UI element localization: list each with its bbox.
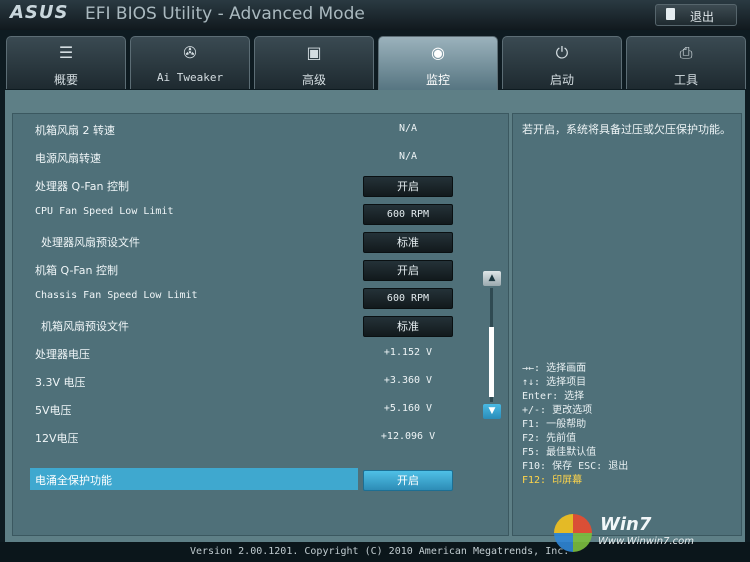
setting-label: Chassis Fan Speed Low Limit [35,290,198,301]
setting-row: 处理器电压 +1.152 V [13,342,508,366]
monitor-gear-icon: ▣ [306,43,322,62]
key-hint: F1: 一般帮助 [522,419,587,430]
setting-row[interactable]: CPU Fan Speed Low Limit 600 RPM [13,202,508,226]
setting-value: +3.360 V [383,375,433,386]
setting-label: 12V电压 [35,432,79,445]
setting-value: +5.160 V [383,403,433,414]
key-hint: ↑↓: 选择项目 [522,377,587,388]
setting-label: 机箱风扇预设文件 [41,320,129,333]
watermark-url: Www.Winwin7.com [598,536,694,547]
setting-row[interactable]: 处理器风扇预设文件 标准 [13,230,508,254]
setting-row: 5V电压 +5.160 V [13,398,508,422]
cpu-fan-profile-button[interactable]: 标准 [363,232,453,253]
exit-door-icon [666,8,675,20]
setting-row[interactable]: 机箱 Q-Fan 控制 开启 [13,258,508,282]
cpu-qfan-control-button[interactable]: 开启 [363,176,453,197]
setting-label: 5V电压 [35,404,72,417]
tab-label: 概要 [53,73,78,87]
tab-boot[interactable]: ⏻ 启动 [502,36,622,89]
setting-label: 电涌全保护功能 [35,474,112,487]
settings-list: 机箱风扇 2 转速 N/A 电源风扇转速 N/A 处理器 Q-Fan 控制 开启… [12,113,509,536]
setting-row[interactable]: Chassis Fan Speed Low Limit 600 RPM [13,286,508,310]
key-hint: Enter: 选择 [522,391,585,402]
setting-row: 3.3V 电压 +3.360 V [13,370,508,394]
fan-tweak-icon: ✇ [183,43,197,62]
list-icon: ☰ [58,43,74,62]
title-bar: ASUS EFI BIOS Utility - Advanced Mode 退出 [0,0,750,30]
tab-tool[interactable]: ⎙ 工具 [626,36,746,89]
key-hint-printscreen: F12: 印屏幕 [522,475,583,486]
key-hint: F2: 先前值 [522,433,577,444]
key-legend: →←: 选择画面 ↑↓: 选择项目 Enter: 选择 +/-: 更改选项 F1… [522,362,628,488]
copyright-text: Version 2.00.1201. Copyright (C) 2010 Am… [190,546,570,557]
scroll-thumb[interactable] [489,327,494,397]
brand-logo: ASUS [10,2,69,23]
tab-label: Ai Tweaker [156,71,224,84]
tab-monitor[interactable]: ◉ 监控 [378,36,498,91]
help-description: 若开启，系统将具备过压或欠压保护功能。 [522,123,731,136]
setting-row: 电源风扇转速 N/A [13,146,508,170]
tab-overview[interactable]: ☰ 概要 [6,36,126,89]
cpu-fan-low-limit-button[interactable]: 600 RPM [363,204,453,225]
tab-label: 启动 [549,73,574,87]
tab-label: 监控 [425,73,450,87]
setting-label: 3.3V 电压 [35,376,86,389]
setting-label: 处理器电压 [35,348,90,361]
tab-label: 工具 [673,73,698,87]
surge-protection-button[interactable]: 开启 [363,470,453,491]
printer-tool-icon: ⎙ [679,43,693,62]
monitor-gauge-icon: ◉ [431,43,445,62]
help-panel: 若开启，系统将具备过压或欠压保护功能。 →←: 选择画面 ↑↓: 选择项目 En… [512,113,742,536]
setting-label: 机箱 Q-Fan 控制 [35,264,118,277]
key-hint: F10: 保存 ESC: 退出 [522,461,629,472]
setting-label: 机箱风扇 2 转速 [35,124,115,137]
setting-value: +1.152 V [383,347,433,358]
setting-row[interactable]: 处理器 Q-Fan 控制 开启 [13,174,508,198]
setting-value: N/A [398,123,418,134]
chassis-fan-low-limit-button[interactable]: 600 RPM [363,288,453,309]
scroll-up-icon[interactable]: ▲ [483,271,501,286]
exit-button[interactable]: 退出 [655,4,737,26]
setting-row: 12V电压 +12.096 V [13,426,508,450]
main-panel: 机箱风扇 2 转速 N/A 电源风扇转速 N/A 处理器 Q-Fan 控制 开启… [5,90,745,542]
scrollbar[interactable]: ▲ ▼ [483,271,501,421]
chassis-qfan-control-button[interactable]: 开启 [363,260,453,281]
tab-label: 高级 [301,73,326,87]
setting-label: CPU Fan Speed Low Limit [35,206,174,217]
tab-bar: ☰ 概要 ✇ Ai Tweaker ▣ 高级 ◉ 监控 ⏻ 启动 ⎙ 工具 [0,36,750,91]
setting-label: 处理器风扇预设文件 [41,236,140,249]
key-hint: →←: 选择画面 [522,363,587,374]
key-hint: F5: 最佳默认值 [522,447,597,458]
setting-label: 电源风扇转速 [35,152,101,165]
chassis-fan-profile-button[interactable]: 标准 [363,316,453,337]
tab-ai-tweaker[interactable]: ✇ Ai Tweaker [130,36,250,89]
power-icon: ⏻ [555,43,569,62]
setting-row-selected[interactable]: 电涌全保护功能 开启 [13,468,508,492]
exit-label: 退出 [690,10,715,24]
watermark-title: Win7 [600,514,652,535]
watermark: Win7 Www.Winwin7.com [548,512,744,556]
scroll-down-icon[interactable]: ▼ [483,404,501,419]
app-title: EFI BIOS Utility - Advanced Mode [85,4,365,24]
setting-row: 机箱风扇 2 转速 N/A [13,118,508,142]
setting-value: N/A [398,151,418,162]
setting-row[interactable]: 机箱风扇预设文件 标准 [13,314,508,338]
key-hint: +/-: 更改选项 [522,405,593,416]
setting-label: 处理器 Q-Fan 控制 [35,180,129,193]
windows-logo-icon [554,514,592,552]
tab-advanced[interactable]: ▣ 高级 [254,36,374,89]
setting-value: +12.096 V [380,431,436,442]
